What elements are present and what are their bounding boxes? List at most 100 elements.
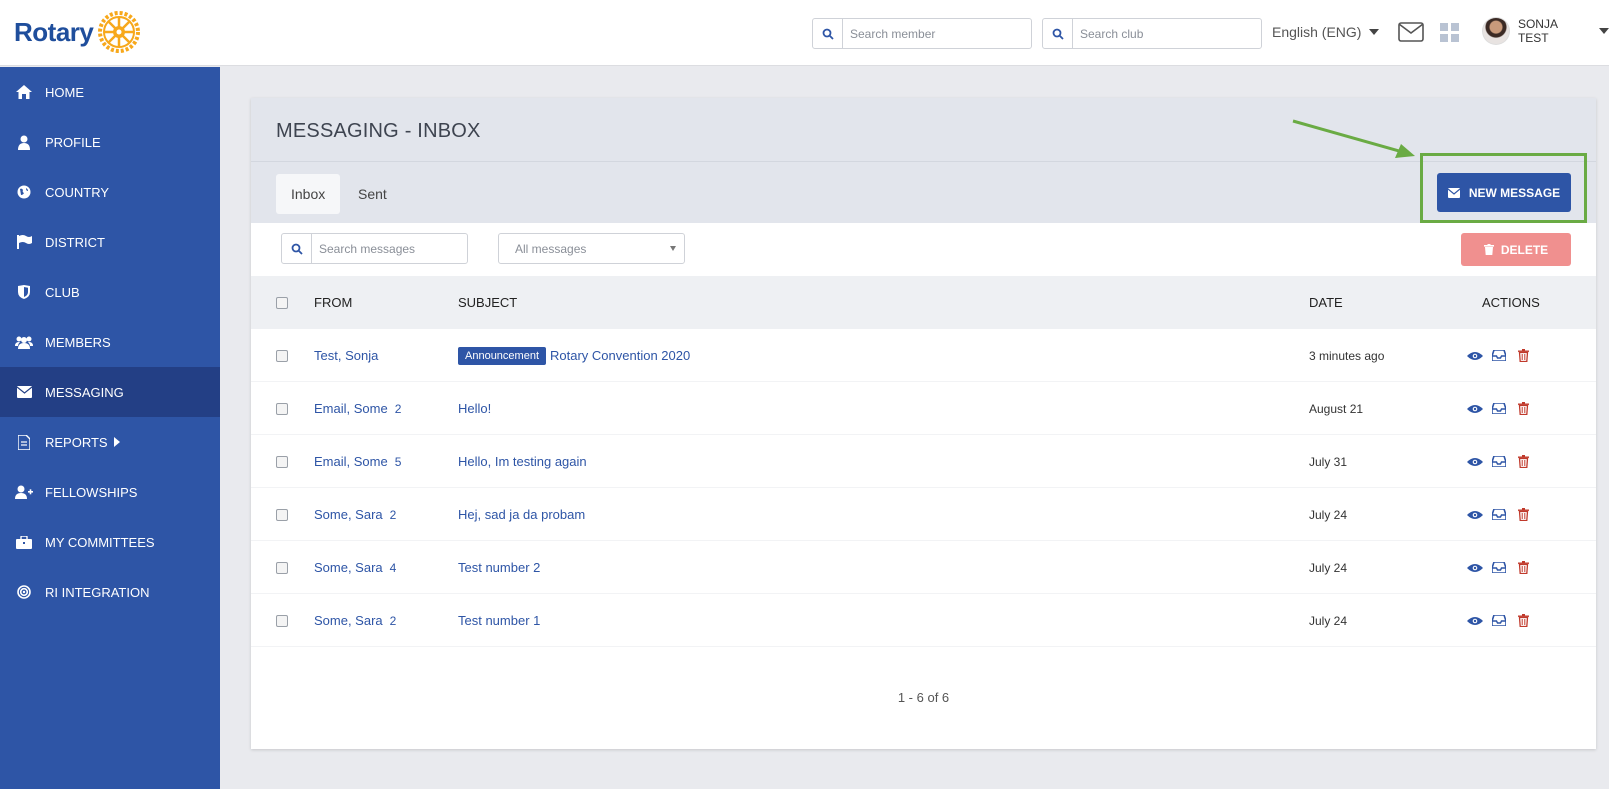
sidebar-item-label: MY COMMITTEES (45, 534, 155, 550)
thread-count: 2 (389, 613, 397, 628)
view-eye-icon[interactable] (1467, 507, 1483, 523)
search-member-input[interactable] (843, 26, 1013, 41)
document-icon (15, 433, 33, 451)
shield-icon (15, 283, 33, 301)
trash-icon (1483, 244, 1494, 255)
sidebar-item-district[interactable]: DISTRICT (0, 217, 220, 267)
sidebar-item-reports[interactable]: REPORTS (0, 417, 220, 467)
trash-icon[interactable] (1515, 560, 1531, 576)
select-all-checkbox[interactable] (276, 296, 288, 309)
trash-icon[interactable] (1515, 401, 1531, 417)
chevron-right-icon (113, 437, 120, 447)
sidebar-item-messaging[interactable]: MESSAGING (0, 367, 220, 417)
table-row[interactable]: Some, Sara 2 Hej, sad ja da probam July 2… (251, 488, 1596, 541)
search-messages-box (281, 233, 468, 264)
message-subject[interactable]: Hello, Im testing again (458, 454, 587, 469)
view-eye-icon[interactable] (1467, 613, 1483, 629)
view-eye-icon[interactable] (1467, 401, 1483, 417)
message-date: 3 minutes ago (1309, 348, 1385, 363)
trash-icon[interactable] (1515, 454, 1531, 470)
sidebar-item-label: MESSAGING (45, 384, 124, 400)
trash-icon[interactable] (1515, 348, 1531, 364)
row-checkbox[interactable] (276, 349, 288, 362)
mail-icon[interactable] (1398, 22, 1424, 42)
sidebar-item-profile[interactable]: PROFILE (0, 117, 220, 167)
inbox-tray-icon[interactable] (1491, 560, 1507, 576)
table-row[interactable]: Email, Some 2 Hello! August 21 (251, 382, 1596, 435)
message-date: July 31 (1309, 454, 1348, 469)
message-subject[interactable]: Hej, sad ja da probam (458, 507, 585, 522)
sidebar-item-fellowships[interactable]: FELLOWSHIPS (0, 467, 220, 517)
new-message-label: NEW MESSAGE (1468, 185, 1561, 200)
message-filter-select[interactable]: All messages (498, 233, 685, 264)
search-club-box (1042, 18, 1262, 49)
view-eye-icon[interactable] (1467, 560, 1483, 576)
table-row[interactable]: Some, Sara 4 Test number 2 July 24 (251, 541, 1596, 594)
sidebar-item-label: RI INTEGRATION (45, 584, 150, 600)
view-eye-icon[interactable] (1467, 454, 1483, 470)
sidebar-item-members[interactable]: MEMBERS (0, 317, 220, 367)
sidebar-item-label: FELLOWSHIPS (45, 484, 138, 500)
avatar (1482, 17, 1510, 45)
column-header-actions: ACTIONS (1482, 295, 1540, 310)
new-message-button[interactable]: NEW MESSAGE (1437, 173, 1571, 212)
sender-name[interactable]: Test, Sonja (314, 348, 378, 363)
chevron-down-icon (670, 246, 676, 251)
row-checkbox[interactable] (276, 402, 288, 415)
globe-icon (15, 183, 33, 201)
sender-name[interactable]: Email, Some (314, 401, 388, 416)
trash-icon[interactable] (1515, 613, 1531, 629)
table-row[interactable]: Some, Sara 2 Test number 1 July 24 (251, 594, 1596, 647)
sidebar-item-label: MEMBERS (45, 334, 111, 350)
delete-label: DELETE (1500, 242, 1549, 257)
sidebar-item-home[interactable]: HOME (0, 67, 220, 117)
sidebar-item-my-committees[interactable]: MY COMMITTEES (0, 517, 220, 567)
sender-name[interactable]: Some, Sara (314, 613, 383, 628)
thread-count: 2 (394, 401, 402, 416)
sender-name[interactable]: Some, Sara (314, 507, 383, 522)
delete-button[interactable]: DELETE (1461, 233, 1571, 266)
sender-name[interactable]: Some, Sara (314, 560, 383, 575)
rotary-logo[interactable]: Rotary (14, 10, 141, 54)
message-subject[interactable]: Rotary Convention 2020 (550, 348, 690, 363)
message-subject[interactable]: Hello! (458, 401, 491, 416)
search-messages-input[interactable] (312, 241, 462, 256)
column-header-from[interactable]: FROM (314, 276, 352, 329)
table-row[interactable]: Email, Some 5 Hello, Im testing again Jul… (251, 435, 1596, 488)
sender-name[interactable]: Email, Some (314, 454, 388, 469)
message-subject[interactable]: Test number 1 (458, 613, 540, 628)
briefcase-icon (15, 533, 33, 551)
row-checkbox[interactable] (276, 614, 288, 627)
user-menu[interactable]: SONJA TEST (1482, 17, 1609, 45)
language-selector[interactable]: English (ENG) (1272, 24, 1380, 40)
search-icon (282, 234, 312, 263)
sidebar-item-club[interactable]: CLUB (0, 267, 220, 317)
tab-inbox[interactable]: Inbox (276, 174, 341, 214)
inbox-tray-icon[interactable] (1491, 348, 1507, 364)
inbox-tray-icon[interactable] (1491, 401, 1507, 417)
table-header: FROM SUBJECT DATE ACTIONS (251, 276, 1596, 329)
row-checkbox[interactable] (276, 455, 288, 468)
apps-grid-icon[interactable] (1440, 23, 1460, 43)
sidebar-item-country[interactable]: COUNTRY (0, 167, 220, 217)
pagination-info: 1 - 6 of 6 (897, 690, 950, 705)
row-checkbox[interactable] (276, 508, 288, 521)
view-eye-icon[interactable] (1467, 348, 1483, 364)
message-date: August 21 (1309, 401, 1364, 416)
sidebar-item-ri-integration[interactable]: RI INTEGRATION (0, 567, 220, 617)
logo-text: Rotary (14, 16, 94, 47)
inbox-tray-icon[interactable] (1491, 507, 1507, 523)
trash-icon[interactable] (1515, 507, 1531, 523)
column-header-date[interactable]: DATE (1309, 276, 1343, 329)
rotary-wheel-icon (98, 11, 141, 53)
row-checkbox[interactable] (276, 561, 288, 574)
inbox-tray-icon[interactable] (1491, 454, 1507, 470)
search-club-input[interactable] (1073, 26, 1243, 41)
message-subject[interactable]: Test number 2 (458, 560, 540, 575)
column-header-subject[interactable]: SUBJECT (458, 276, 517, 329)
inbox-tray-icon[interactable] (1491, 613, 1507, 629)
envelope-icon (15, 383, 33, 401)
target-icon (15, 583, 33, 601)
tab-sent[interactable]: Sent (343, 174, 402, 214)
table-row[interactable]: Test, Sonja Announcement Rotary Conventi… (251, 329, 1596, 382)
